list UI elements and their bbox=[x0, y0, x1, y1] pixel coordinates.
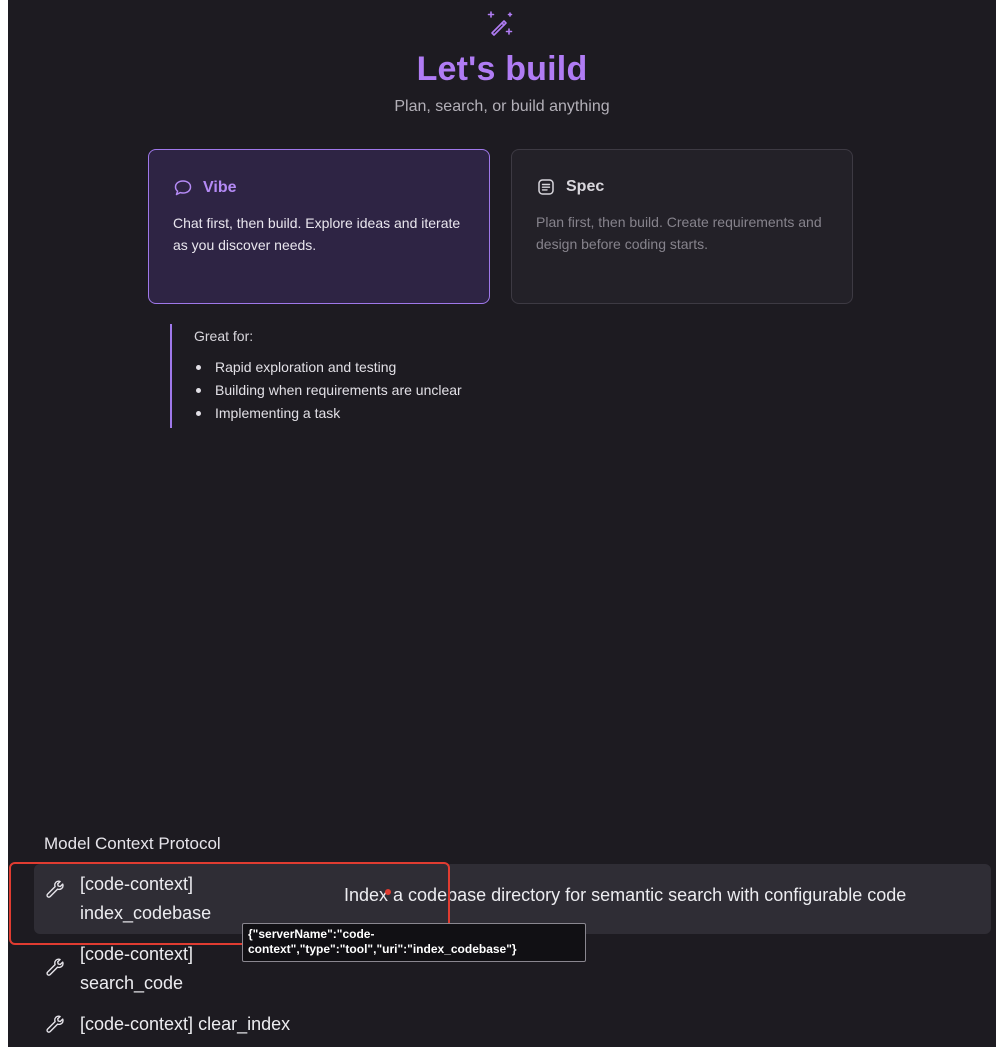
document-lines-icon bbox=[536, 177, 556, 197]
mcp-section-heading: Model Context Protocol bbox=[44, 834, 221, 853]
great-for-panel: Great for: Rapid exploration and testing… bbox=[170, 324, 462, 428]
main-panel: Let's build Plan, search, or build anyth… bbox=[8, 0, 996, 1047]
magic-wand-sparkle-icon bbox=[487, 11, 513, 36]
mode-title-vibe: Vibe bbox=[203, 179, 237, 196]
tool-tooltip: {"serverName":"code-context","type":"too… bbox=[242, 923, 586, 962]
list-item: Building when requirements are unclear bbox=[194, 379, 462, 402]
mcp-tool-item-clear-index[interactable]: [code-context] clear_index bbox=[34, 1010, 290, 1039]
list-item: Implementing a task bbox=[194, 402, 462, 425]
list-item: Rapid exploration and testing bbox=[194, 356, 462, 379]
mode-description-vibe: Chat first, then build. Explore ideas an… bbox=[173, 215, 461, 253]
mcp-tool-item-search-code[interactable]: [code-context] search_code bbox=[34, 940, 193, 998]
mode-description-spec: Plan first, then build. Create requireme… bbox=[536, 214, 822, 252]
wrench-icon bbox=[46, 1015, 64, 1033]
mode-card-spec[interactable]: Spec Plan first, then build. Create requ… bbox=[511, 149, 853, 304]
mode-title-spec: Spec bbox=[566, 178, 605, 195]
great-for-list: Rapid exploration and testing Building w… bbox=[194, 356, 462, 425]
great-for-label: Great for: bbox=[194, 328, 254, 344]
page-title: Let's build bbox=[416, 50, 588, 88]
wrench-icon bbox=[46, 958, 64, 976]
mcp-tool-name: search_code bbox=[80, 973, 184, 993]
page-subtitle: Plan, search, or build anything bbox=[394, 98, 610, 115]
mcp-tool-label: [code-context] clear_index bbox=[80, 1014, 291, 1034]
mode-card-vibe[interactable]: Vibe Chat first, then build. Explore ide… bbox=[148, 149, 490, 304]
cursor-indicator bbox=[385, 889, 391, 895]
mcp-tool-label: [code-context] search_code bbox=[80, 940, 193, 998]
chat-bubble-icon bbox=[173, 178, 193, 198]
